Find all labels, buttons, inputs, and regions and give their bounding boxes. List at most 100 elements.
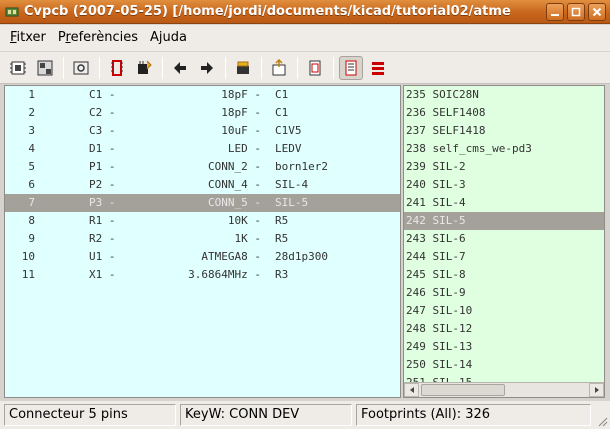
status-connector: Connecteur 5 pins: [4, 404, 176, 426]
footprint-row[interactable]: 242 SIL-5: [404, 212, 604, 230]
component-reference: R2 -: [89, 232, 116, 245]
create-stuff-file-button[interactable]: [267, 56, 291, 80]
component-number: 9: [28, 232, 35, 245]
footprint-row[interactable]: 248 SIL-12: [404, 320, 604, 338]
component-value: CONN_4 -: [208, 178, 261, 191]
footprint-row[interactable]: 238 self_cms_we-pd3: [404, 140, 604, 158]
toolbar-separator: [333, 56, 334, 79]
component-row[interactable]: 2 C2 - 18pF - C1: [5, 104, 400, 122]
datasheet-button[interactable]: [303, 56, 327, 80]
component-value: LED -: [227, 142, 261, 155]
previous-button[interactable]: [168, 56, 192, 80]
toolbar-separator: [297, 56, 298, 79]
filter-by-keyword-button[interactable]: [339, 55, 363, 80]
footprint-row[interactable]: 245 SIL-8: [404, 266, 604, 284]
scroll-left-button[interactable]: [404, 383, 419, 397]
component-row[interactable]: 4 D1 - LED - LEDV: [5, 140, 400, 158]
minimize-button[interactable]: [546, 3, 564, 21]
triangle-right-icon: [594, 387, 599, 393]
module-view-button[interactable]: [105, 56, 129, 80]
component-reference: D1 -: [89, 142, 116, 155]
component-reference: P3 -: [89, 196, 116, 209]
component-value: 3.6864MHz -: [188, 268, 261, 281]
chip-save-icon: [37, 60, 53, 75]
menu-ajuda[interactable]: Ajuda: [144, 25, 193, 51]
footprint-row[interactable]: 243 SIL-6: [404, 230, 604, 248]
delete-association-icon: [237, 61, 249, 74]
component-reference: R1 -: [89, 214, 116, 227]
auto-associate-icon: [138, 60, 152, 74]
component-footprint: LEDV: [275, 142, 302, 155]
component-row[interactable]: 6 P2 - CONN_4 - SIL-4: [5, 176, 400, 194]
load-netlist-button[interactable]: [6, 56, 30, 80]
menu-preferencies[interactable]: Preferències: [52, 25, 144, 51]
component-row[interactable]: 11 X1 - 3.6864MHz - R3: [5, 266, 400, 284]
toolbar-separator: [162, 56, 163, 79]
footprint-row[interactable]: 236 SELF1408: [404, 104, 604, 122]
menu-fitxer[interactable]: Fitxer: [4, 25, 52, 51]
component-reference: X1 -: [89, 268, 116, 281]
minimize-icon: [551, 14, 559, 16]
component-row[interactable]: 5 P1 - CONN_2 - born1er2: [5, 158, 400, 176]
menu-bar: Fitxer Preferències Ajuda: [0, 25, 610, 51]
component-reference: U1 -: [89, 250, 116, 263]
footprint-row[interactable]: 246 SIL-9: [404, 284, 604, 302]
component-reference: P2 -: [89, 178, 116, 191]
component-footprint: R5: [275, 214, 289, 227]
maximize-button[interactable]: [567, 3, 585, 21]
window-title: Cvpcb (2007-05-25) [/home/jordi/document…: [24, 4, 511, 19]
scroll-thumb[interactable]: [421, 384, 505, 396]
arrow-right-icon: [201, 61, 213, 74]
config-button[interactable]: [69, 56, 93, 80]
component-footprint: 28d1p300: [275, 250, 328, 263]
component-number: 3: [28, 124, 35, 137]
show-all-button[interactable]: [366, 56, 390, 80]
footprint-row[interactable]: 239 SIL-2: [404, 158, 604, 176]
next-button[interactable]: [195, 56, 219, 80]
footprint-row[interactable]: 237 SELF1418: [404, 122, 604, 140]
component-reference: C2 -: [89, 106, 116, 119]
component-footprint: C1: [275, 88, 289, 101]
footprint-row[interactable]: 251 SIL-15: [404, 374, 604, 382]
component-footprint: SIL-5: [275, 196, 309, 209]
status-footprint-count: Footprints (All): 326: [356, 404, 591, 426]
component-footprint: R3: [275, 268, 289, 281]
close-button[interactable]: [588, 3, 606, 21]
status-bar: Connecteur 5 pins KeyW: CONN DEV Footpri…: [0, 401, 610, 429]
component-row[interactable]: 1 C1 - 18pF - C1: [5, 86, 400, 104]
component-row[interactable]: 9 R2 - 1K - R5: [5, 230, 400, 248]
library-config-icon: [73, 61, 89, 74]
component-reference: P1 -: [89, 160, 116, 173]
component-reference: C3 -: [89, 124, 116, 137]
footprint-row[interactable]: 250 SIL-14: [404, 356, 604, 374]
horizontal-scrollbar[interactable]: [404, 382, 604, 397]
footprint-row[interactable]: 247 SIL-10: [404, 302, 604, 320]
auto-associate-button[interactable]: [132, 56, 156, 80]
component-row[interactable]: 7 P3 - CONN_5 - SIL-5: [5, 194, 400, 212]
component-row[interactable]: 3 C3 - 10uF - C1V5: [5, 122, 400, 140]
component-row[interactable]: 10 U1 - ATMEGA8 - 28d1p300: [5, 248, 400, 266]
component-reference: C1 -: [89, 88, 116, 101]
footprint-row[interactable]: 241 SIL-4: [404, 194, 604, 212]
footprint-row[interactable]: 235 SOIC28N: [404, 86, 604, 104]
footprint-list[interactable]: 235 SOIC28N 236 SELF1408 237 SELF1418 238 s…: [403, 85, 605, 398]
footprint-row[interactable]: 249 SIL-13: [404, 338, 604, 356]
component-number: 11: [21, 268, 35, 281]
component-row[interactable]: 8 R1 - 10K - R5: [5, 212, 400, 230]
scroll-track[interactable]: [419, 383, 589, 397]
cvpcb-app-icon: [4, 4, 20, 20]
toolbar-separator: [225, 56, 226, 79]
footprint-row[interactable]: 244 SIL-7: [404, 248, 604, 266]
component-list[interactable]: 1 C1 - 18pF - C1 2 C2 - 18pF - C1 3 C3 - 10uF - C1V…: [4, 85, 401, 398]
toolbar: [0, 52, 610, 84]
filter-keyword-icon: [345, 60, 357, 75]
status-keyword: KeyW: CONN DEV: [180, 404, 352, 426]
resize-grip-icon[interactable]: [596, 415, 608, 427]
footprint-row[interactable]: 240 SIL-3: [404, 176, 604, 194]
toolbar-separator: [261, 56, 262, 79]
title-bar[interactable]: Cvpcb (2007-05-25) [/home/jordi/document…: [0, 0, 610, 24]
save-netlist-button[interactable]: [33, 56, 57, 80]
scroll-right-button[interactable]: [589, 383, 604, 397]
component-footprint: C1: [275, 106, 289, 119]
delete-associations-button[interactable]: [231, 56, 255, 80]
